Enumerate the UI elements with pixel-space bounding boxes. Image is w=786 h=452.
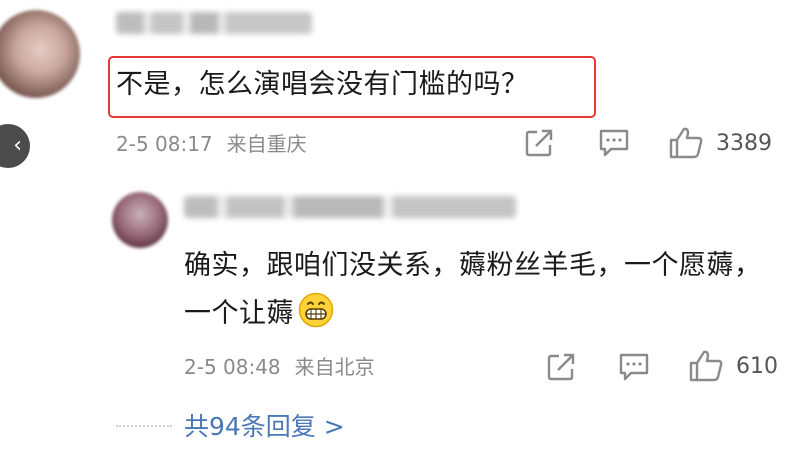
share-icon[interactable]	[524, 128, 554, 158]
comment-location: 来自重庆	[226, 132, 307, 156]
commenter-avatar[interactable]	[0, 10, 80, 98]
reply-meta: 2-5 08:48 来自北京	[184, 355, 375, 379]
replier-username-blurred[interactable]	[184, 196, 516, 218]
comment-icon[interactable]	[598, 128, 630, 158]
chevron-left-icon: ‹	[13, 133, 22, 158]
reply-location: 来自北京	[294, 355, 375, 379]
reply-text: 确实，跟咱们没关系，薅粉丝羊毛，一个愿薅，一个让薅	[184, 242, 784, 338]
reply-text-content: 确实，跟咱们没关系，薅粉丝羊毛，一个愿薅，一个让薅	[184, 250, 762, 329]
reply-date: 2-5 08:48	[184, 355, 281, 379]
divider-dots	[116, 425, 172, 427]
grinning-face-icon	[298, 292, 334, 328]
back-button[interactable]: ‹	[0, 124, 30, 168]
reply-comment-icon[interactable]	[618, 352, 650, 382]
comment-date: 2-5 08:17	[116, 132, 213, 156]
reply-share-icon[interactable]	[546, 352, 576, 382]
comment-like-count: 3389	[716, 131, 772, 156]
reply-like-icon[interactable]	[688, 349, 724, 383]
comment-text: 不是，怎么演唱会没有门槛的吗？	[116, 69, 529, 100]
view-more-replies-link[interactable]: 共94条回复 >	[184, 412, 345, 442]
commenter-username-blurred[interactable]	[116, 12, 312, 34]
reply-like-count: 610	[736, 354, 778, 379]
comment-meta: 2-5 08:17 来自重庆	[116, 132, 307, 156]
replier-avatar[interactable]	[112, 192, 168, 248]
like-icon[interactable]	[668, 126, 704, 160]
